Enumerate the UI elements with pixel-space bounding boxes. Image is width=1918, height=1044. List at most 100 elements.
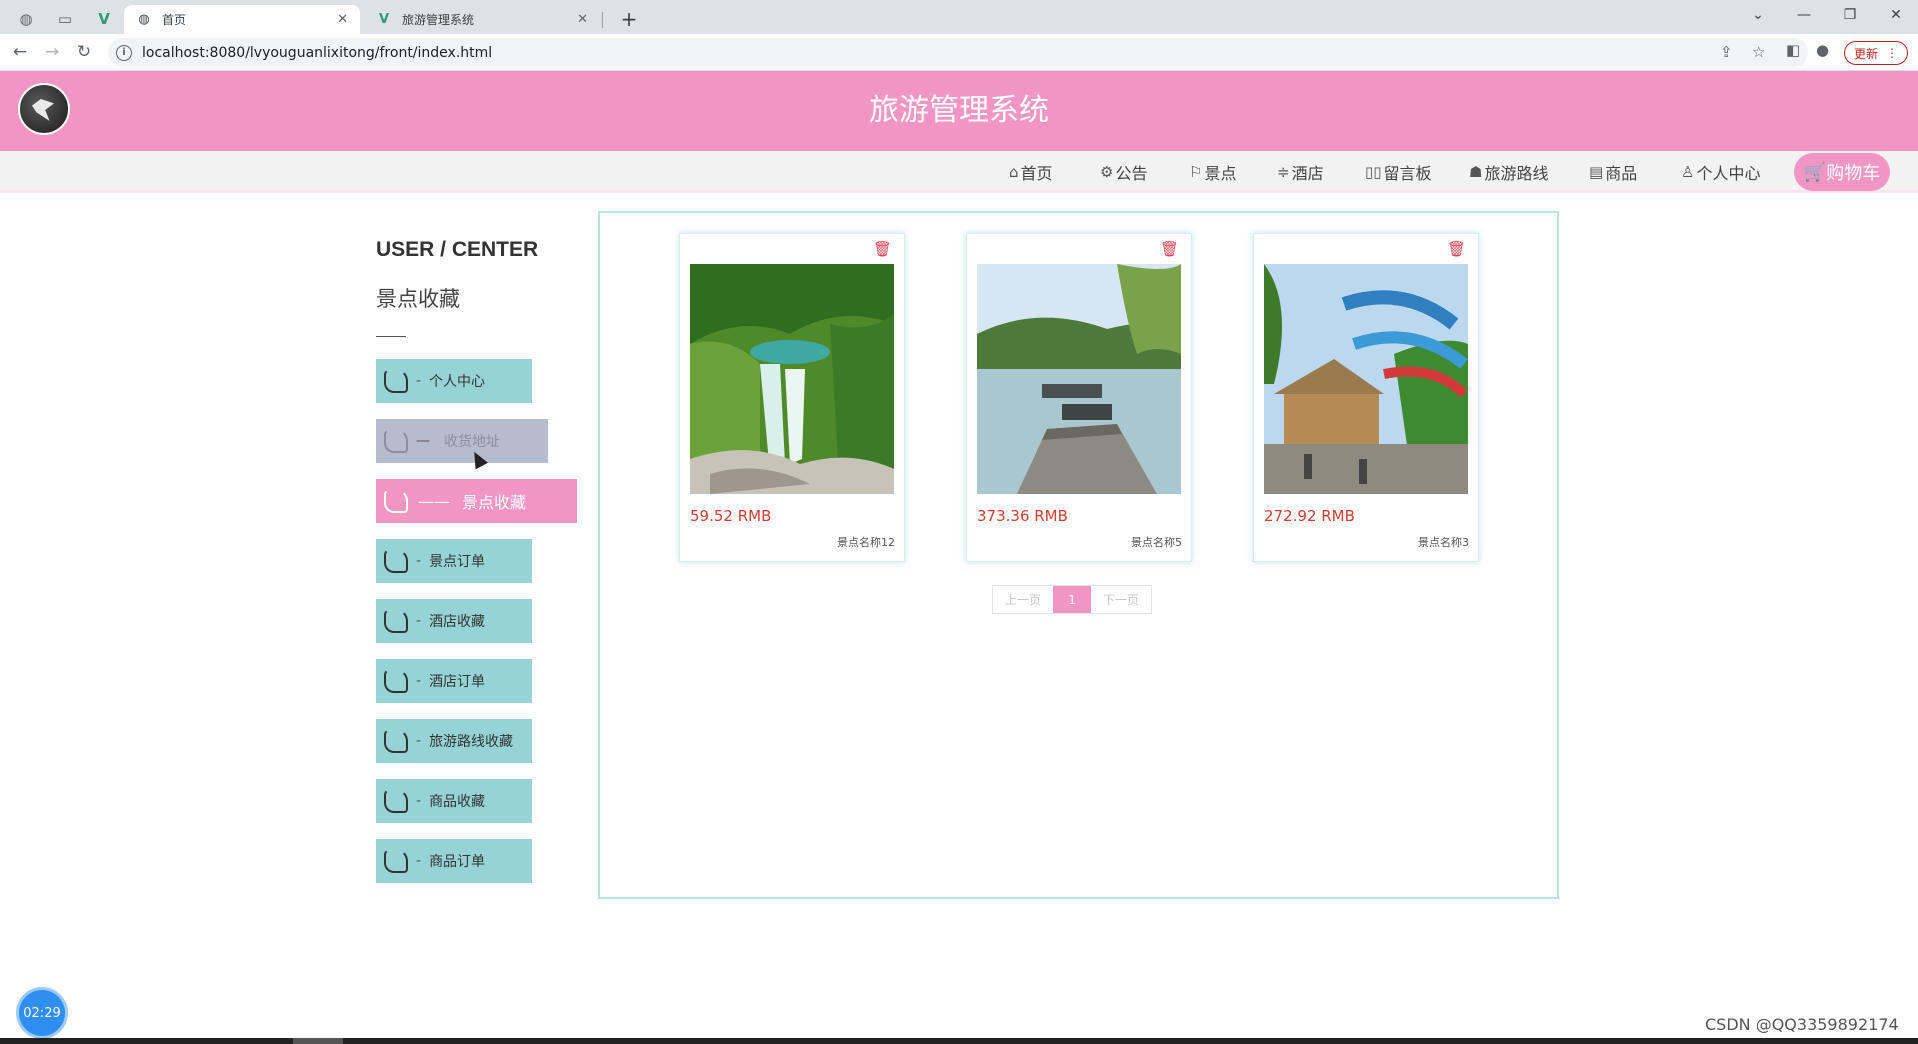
pagination: 上一页 1 下一页: [992, 585, 1153, 614]
cart-label: 购物车: [1826, 163, 1881, 184]
tab-travel-system[interactable]: V 旅游管理系统 ✕: [364, 5, 600, 34]
sidebar-item-label: 酒店收藏: [429, 614, 486, 630]
nav-attractions[interactable]: ⚐ 景点: [1189, 151, 1236, 193]
tab-search-icon[interactable]: ⌄: [1735, 0, 1781, 30]
nav-label: 商品: [1605, 164, 1638, 183]
nav-notice[interactable]: ⚙ 公告: [1100, 151, 1147, 193]
site-logo[interactable]: [18, 83, 70, 135]
sidebar-item-attraction-favorites[interactable]: —— 景点收藏: [376, 479, 577, 523]
address-bar[interactable]: i localhost:8080/lvyouguanlixitong/front…: [108, 38, 1808, 67]
site-info-icon[interactable]: i: [116, 44, 132, 61]
hand-icon: [384, 549, 408, 573]
price: 373.36 RMB: [977, 507, 1068, 525]
dash: —: [416, 433, 430, 449]
dash: ——: [418, 491, 450, 511]
site-nav: ⌂ 首页 ⚙ 公告 ⚐ 景点 ≑ 酒店 ▯▯ 留言板 ☗ 旅游路线 ▤ 商品 ♙…: [0, 151, 1918, 193]
sidebar-item-label: 个人中心: [429, 374, 486, 390]
sidebar-item-label: 景点订单: [429, 554, 486, 570]
forward-button[interactable]: →: [38, 38, 66, 66]
pinned-tab-globe-icon[interactable]: ◍: [9, 5, 43, 32]
dash: -: [416, 733, 422, 749]
price: 272.92 RMB: [1264, 507, 1355, 525]
pinned-tab-blank-icon[interactable]: ▭: [48, 5, 82, 32]
trash-icon[interactable]: 🗑: [1160, 240, 1179, 258]
nav-user-center[interactable]: ♙ 个人中心: [1681, 151, 1760, 193]
sidebar-item-hotel-favorites[interactable]: - 酒店收藏: [376, 599, 532, 643]
flag-icon: ⚐: [1189, 163, 1203, 181]
hand-icon: [384, 609, 408, 633]
favorite-card[interactable]: 🗑 373.36 RMB 景点名称5: [966, 233, 1192, 562]
divider: [376, 336, 406, 337]
close-window-button[interactable]: ✕: [1873, 0, 1918, 30]
tab-title: 首页: [162, 13, 187, 27]
attraction-name: 景点名称5: [1131, 536, 1182, 549]
nav-products[interactable]: ▤ 商品: [1589, 151, 1637, 193]
more-menu-icon: ⋮: [1886, 46, 1898, 60]
nav-label: 景点: [1204, 164, 1237, 183]
dash: -: [416, 613, 422, 629]
nav-message-board[interactable]: ▯▯ 留言板: [1365, 151, 1432, 193]
nav-label: 首页: [1020, 164, 1053, 183]
trash-icon[interactable]: 🗑: [873, 240, 892, 258]
sidebar-item-shipping-address[interactable]: — 收货地址: [376, 419, 548, 463]
attraction-photo[interactable]: [977, 264, 1181, 494]
home-icon: ⌂: [1009, 163, 1019, 181]
dash: -: [416, 673, 422, 689]
share-icon[interactable]: ⇪: [1720, 43, 1733, 61]
gear-icon: ⚙: [1100, 163, 1114, 181]
sidebar-item-label: 商品收藏: [429, 794, 486, 810]
nav-travel-routes[interactable]: ☗ 旅游路线: [1469, 151, 1548, 193]
favorite-card[interactable]: 🗑 59.52 RMB 景点名称12: [679, 233, 905, 562]
sidebar-item-product-favorites[interactable]: - 商品收藏: [376, 779, 532, 823]
profile-avatar-icon[interactable]: ●: [1816, 41, 1829, 59]
trash-icon[interactable]: 🗑: [1447, 240, 1466, 258]
hand-icon: [384, 669, 408, 693]
tab-home[interactable]: ◍ 首页 ✕: [124, 5, 360, 34]
attraction-photo[interactable]: [1264, 264, 1468, 494]
sidebar-item-hotel-orders[interactable]: - 酒店订单: [376, 659, 532, 703]
reload-button[interactable]: ↻: [70, 38, 98, 66]
nav-label: 留言板: [1383, 164, 1432, 183]
cart-button[interactable]: 🛒 购物车: [1794, 153, 1890, 191]
browser-tabstrip: ◍ ▭ V ◍ 首页 ✕ V 旅游管理系统 ✕ + ⌄ — ❐ ✕: [0, 0, 1918, 34]
bookmark-star-icon[interactable]: ☆: [1752, 43, 1765, 61]
dash: -: [416, 553, 422, 569]
close-tab-icon[interactable]: ✕: [577, 12, 588, 27]
favorite-card[interactable]: 🗑 272.92 RMB 景点名称3: [1253, 233, 1479, 562]
pinned-tab-vue-icon[interactable]: V: [87, 5, 121, 32]
sidebar-item-label: 商品订单: [429, 854, 486, 870]
url-text[interactable]: localhost:8080/lvyouguanlixitong/front/i…: [142, 45, 492, 61]
new-tab-button[interactable]: +: [615, 5, 643, 33]
back-button[interactable]: ←: [6, 38, 34, 66]
sidebar-item-route-favorites[interactable]: - 旅游路线收藏: [376, 719, 532, 763]
vue-icon: V: [378, 12, 390, 27]
tab-title: 旅游管理系统: [402, 13, 475, 27]
close-tab-icon[interactable]: ✕: [337, 12, 348, 27]
next-page-button[interactable]: 下一页: [1091, 586, 1151, 613]
tab-separator: [602, 12, 603, 28]
page-1-button[interactable]: 1: [1053, 586, 1092, 613]
sidebar-item-user-center[interactable]: - 个人中心: [376, 359, 532, 403]
dash: -: [416, 373, 422, 389]
sidebar-item-attraction-orders[interactable]: - 景点订单: [376, 539, 532, 583]
book-icon: ▯▯: [1365, 163, 1382, 181]
hand-icon: [384, 849, 408, 873]
restore-button[interactable]: ❐: [1827, 0, 1873, 30]
nav-hotels[interactable]: ≑ 酒店: [1277, 151, 1324, 193]
nav-home[interactable]: ⌂ 首页: [1009, 151, 1053, 193]
hand-icon: [384, 789, 408, 813]
site-title: 旅游管理系统: [869, 93, 1049, 128]
nav-label: 酒店: [1291, 164, 1324, 183]
price: 59.52 RMB: [690, 507, 772, 525]
browser-toolbar: ← → ↻ i localhost:8080/lvyouguanlixitong…: [0, 34, 1918, 71]
attraction-photo[interactable]: [690, 264, 894, 494]
sidebar-item-product-orders[interactable]: - 商品订单: [376, 839, 532, 883]
update-button[interactable]: 更新 ⋮: [1844, 41, 1908, 65]
minimize-button[interactable]: —: [1781, 0, 1827, 30]
hand-icon: [384, 489, 408, 513]
user-center-heading: USER / CENTER: [376, 238, 539, 261]
dash: -: [416, 793, 422, 809]
nav-label: 公告: [1115, 164, 1148, 183]
side-panel-icon[interactable]: ◧: [1786, 41, 1800, 59]
prev-page-button[interactable]: 上一页: [993, 586, 1053, 613]
